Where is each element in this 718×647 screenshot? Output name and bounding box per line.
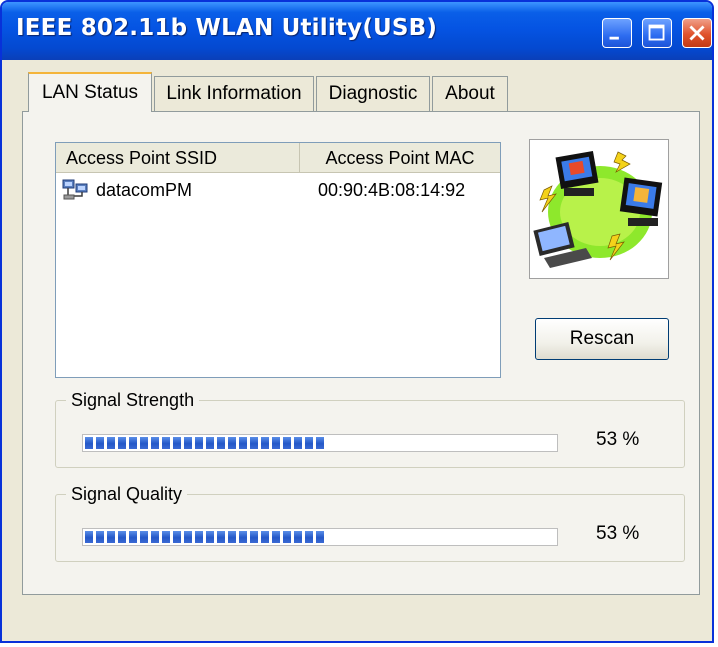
- progress-block: [316, 531, 324, 543]
- close-icon: [689, 25, 705, 41]
- column-header-ssid[interactable]: Access Point SSID: [56, 143, 300, 173]
- column-header-mac[interactable]: Access Point MAC: [300, 143, 500, 173]
- progress-block: [239, 531, 247, 543]
- progress-block: [217, 531, 225, 543]
- signal-quality-value: 53 %: [596, 523, 640, 544]
- progress-block: [140, 437, 148, 449]
- progress-block: [129, 531, 137, 543]
- progress-block: [184, 437, 192, 449]
- progress-block: [283, 437, 291, 449]
- progress-block: [173, 531, 181, 543]
- progress-block: [305, 531, 313, 543]
- signal-quality-label: Signal Quality: [66, 482, 188, 506]
- minimize-icon: [609, 36, 619, 40]
- progress-block: [261, 437, 269, 449]
- tab-lan-status[interactable]: LAN Status: [28, 72, 152, 112]
- progress-block: [140, 531, 148, 543]
- signal-strength-value: 53 %: [596, 429, 640, 450]
- progress-block: [250, 531, 258, 543]
- progress-block: [96, 437, 104, 449]
- progress-block: [250, 437, 258, 449]
- progress-block: [206, 437, 214, 449]
- progress-block: [228, 531, 236, 543]
- ssid-cell: datacomPM: [96, 180, 193, 200]
- access-point-list[interactable]: Access Point SSID Access Point MAC datac…: [55, 142, 501, 378]
- network-computer-icon: [62, 179, 88, 200]
- close-button[interactable]: [682, 18, 712, 48]
- tab-diagnostic[interactable]: Diagnostic: [316, 76, 430, 112]
- signal-strength-group: Signal Strength 53 %: [55, 388, 685, 468]
- progress-block: [129, 437, 137, 449]
- app-window: IEEE 802.11b WLAN Utility(USB) LAN Statu…: [0, 0, 714, 643]
- progress-block: [294, 437, 302, 449]
- maximize-icon: [648, 24, 665, 41]
- tab-link-information[interactable]: Link Information: [154, 76, 314, 112]
- progress-block: [228, 437, 236, 449]
- progress-block: [96, 531, 104, 543]
- progress-block: [217, 437, 225, 449]
- progress-block: [305, 437, 313, 449]
- title-bar[interactable]: IEEE 802.11b WLAN Utility(USB): [2, 2, 712, 60]
- progress-block: [283, 531, 291, 543]
- progress-block: [272, 531, 280, 543]
- wireless-network-illustration-icon: [533, 150, 663, 268]
- signal-strength-label: Signal Strength: [66, 388, 200, 412]
- progress-block: [294, 531, 302, 543]
- progress-block: [151, 531, 159, 543]
- progress-block: [195, 437, 203, 449]
- progress-block: [151, 437, 159, 449]
- progress-block: [85, 437, 93, 449]
- maximize-button[interactable]: [642, 18, 672, 48]
- progress-block: [206, 531, 214, 543]
- network-logo: [529, 139, 669, 279]
- rescan-button[interactable]: Rescan: [535, 318, 669, 360]
- progress-block: [118, 531, 126, 543]
- tab-about[interactable]: About: [432, 76, 508, 112]
- progress-block: [316, 437, 324, 449]
- progress-block: [272, 437, 280, 449]
- progress-block: [107, 531, 115, 543]
- progress-block: [118, 437, 126, 449]
- window-title: IEEE 802.11b WLAN Utility(USB): [16, 15, 438, 41]
- mac-cell: 00:90:4B:08:14:92: [318, 180, 466, 200]
- progress-block: [195, 531, 203, 543]
- progress-block: [162, 437, 170, 449]
- progress-block: [107, 437, 115, 449]
- progress-block: [85, 531, 93, 543]
- list-item[interactable]: datacomPM 00:90:4B:08:14:92: [56, 177, 500, 203]
- progress-block: [239, 437, 247, 449]
- progress-block: [261, 531, 269, 543]
- minimize-button[interactable]: [602, 18, 632, 48]
- signal-quality-bar: [82, 528, 558, 546]
- signal-quality-fill: [85, 531, 333, 543]
- signal-quality-group: Signal Quality 53 %: [55, 482, 685, 562]
- signal-strength-bar: [82, 434, 558, 452]
- progress-block: [184, 531, 192, 543]
- signal-strength-fill: [85, 437, 333, 449]
- progress-block: [173, 437, 181, 449]
- progress-block: [162, 531, 170, 543]
